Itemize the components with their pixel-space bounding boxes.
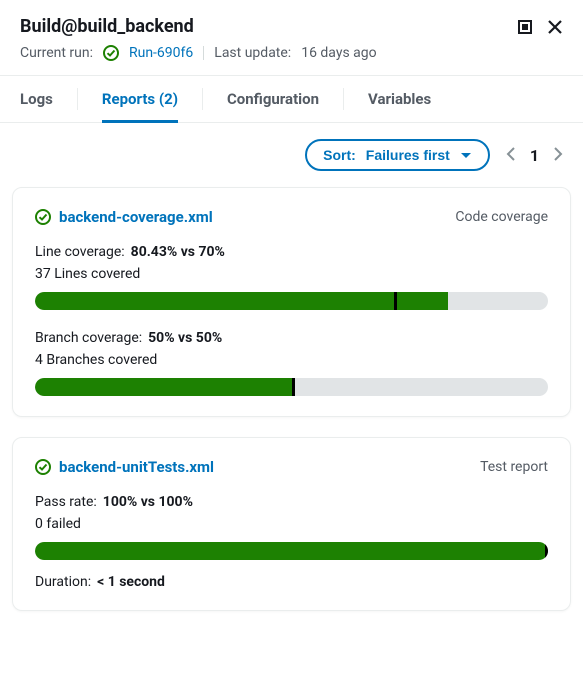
success-check-icon <box>35 459 51 475</box>
divider <box>77 88 78 110</box>
tab-logs[interactable]: Logs <box>20 76 53 122</box>
line-coverage-threshold-mark <box>394 292 397 310</box>
page-prev-icon[interactable] <box>506 146 516 165</box>
lines-covered: 37 Lines covered <box>35 266 548 282</box>
page-number: 1 <box>530 146 539 165</box>
divider <box>343 88 344 110</box>
branch-coverage-bar <box>35 378 548 396</box>
branches-covered: 4 Branches covered <box>35 352 548 368</box>
current-run-link[interactable]: Run-690f6 <box>129 45 193 61</box>
pass-rate-fill <box>35 542 548 560</box>
report-type: Test report <box>480 459 548 475</box>
close-icon[interactable] <box>547 19 563 35</box>
tab-reports[interactable]: Reports (2) <box>102 76 178 122</box>
tab-configuration[interactable]: Configuration <box>227 76 319 122</box>
branch-coverage-threshold-mark <box>292 378 295 396</box>
pass-rate-bar <box>35 542 548 560</box>
caret-down-icon <box>460 147 472 163</box>
divider <box>203 46 204 60</box>
page-title: Build@build_backend <box>20 16 194 37</box>
tab-variables[interactable]: Variables <box>368 76 431 122</box>
sort-prefix: Sort: <box>323 147 356 163</box>
report-title-link[interactable]: backend-coverage.xml <box>35 208 213 226</box>
line-coverage-label: Line coverage: <box>35 244 125 260</box>
duration-value: < 1 second <box>97 574 165 590</box>
last-update-label: Last update: <box>214 45 291 61</box>
success-check-icon <box>103 45 119 61</box>
report-title-link[interactable]: backend-unitTests.xml <box>35 458 214 476</box>
pass-rate-label: Pass rate: <box>35 494 97 510</box>
report-file-name: backend-unitTests.xml <box>59 458 214 476</box>
branch-coverage-label: Branch coverage: <box>35 330 142 346</box>
failed-count: 0 failed <box>35 516 548 532</box>
pass-rate-value: 100% vs 100% <box>103 494 193 510</box>
report-type: Code coverage <box>455 209 548 225</box>
report-file-name: backend-coverage.xml <box>59 208 213 226</box>
report-card-coverage: backend-coverage.xml Code coverage Line … <box>12 187 571 417</box>
line-coverage-bar <box>35 292 548 310</box>
line-coverage-fill <box>35 292 448 310</box>
divider <box>202 88 203 110</box>
branch-coverage-fill <box>35 378 292 396</box>
last-update-value: 16 days ago <box>301 45 376 61</box>
sort-value: Failures first <box>366 147 450 163</box>
duration-label: Duration: <box>35 574 91 590</box>
sort-button[interactable]: Sort: Failures first <box>305 139 490 171</box>
line-coverage-value: 80.43% vs 70% <box>131 244 225 260</box>
report-card-tests: backend-unitTests.xml Test report Pass r… <box>12 437 571 611</box>
page-next-icon[interactable] <box>553 146 563 165</box>
branch-coverage-value: 50% vs 50% <box>148 330 222 346</box>
current-run-label: Current run: <box>20 45 93 61</box>
restore-window-icon[interactable] <box>517 19 533 35</box>
tab-reports-label: Reports <box>102 90 155 108</box>
tab-reports-count: (2) <box>159 90 178 108</box>
success-check-icon <box>35 209 51 225</box>
pass-rate-threshold-mark <box>545 542 548 560</box>
